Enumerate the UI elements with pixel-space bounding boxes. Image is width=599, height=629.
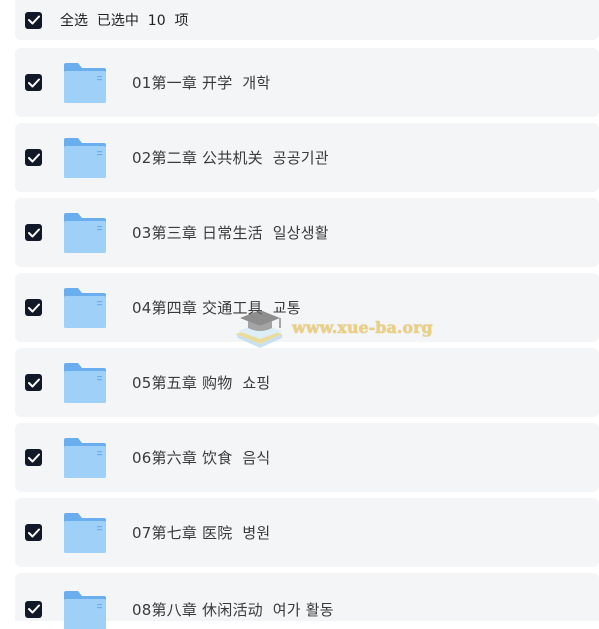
checkmark-icon bbox=[27, 228, 40, 237]
checkmark-icon bbox=[27, 453, 40, 462]
folder-icon bbox=[64, 212, 106, 253]
folder-icon bbox=[64, 362, 106, 403]
folder-icon bbox=[64, 137, 106, 178]
row-checkbox[interactable] bbox=[25, 224, 42, 241]
checkmark-icon bbox=[27, 15, 40, 25]
select-all-checkbox[interactable] bbox=[25, 11, 42, 29]
folder-icon bbox=[64, 287, 106, 328]
folder-row[interactable]: 01第一章 开学 개학 bbox=[15, 48, 599, 117]
folder-row[interactable]: 02第二章 公共机关 공공기관 bbox=[15, 123, 599, 192]
select-all-bar: 全选 已选中 10 项 bbox=[15, 0, 599, 40]
folder-row[interactable]: 08第八章 休闲活动 여가 활동 bbox=[15, 573, 599, 629]
folder-name: 05第五章 购物 쇼핑 bbox=[132, 374, 271, 392]
row-checkbox[interactable] bbox=[25, 449, 42, 466]
checkmark-icon bbox=[27, 153, 40, 162]
folder-row[interactable]: 06第六章 饮食 음식 bbox=[15, 423, 599, 492]
checkmark-icon bbox=[27, 604, 40, 614]
row-checkbox[interactable] bbox=[25, 149, 42, 166]
folder-icon bbox=[64, 62, 106, 103]
folder-row[interactable]: 05第五章 购物 쇼핑 bbox=[15, 348, 599, 417]
row-checkbox[interactable] bbox=[25, 374, 42, 391]
folder-row[interactable]: 03第三章 日常生活 일상생활 bbox=[15, 198, 599, 267]
selection-status-label: 全选 已选中 10 项 bbox=[60, 13, 189, 29]
folder-row[interactable]: 07第七章 医院 병원 bbox=[15, 498, 599, 567]
folder-icon bbox=[64, 591, 106, 629]
folder-name: 07第七章 医院 병원 bbox=[132, 524, 271, 542]
folder-name: 03第三章 日常生活 일상생활 bbox=[132, 224, 329, 242]
folder-name: 02第二章 公共机关 공공기관 bbox=[132, 149, 329, 167]
row-checkbox[interactable] bbox=[25, 74, 42, 91]
checkmark-icon bbox=[27, 528, 40, 537]
row-checkbox[interactable] bbox=[25, 299, 42, 316]
folder-icon bbox=[64, 437, 106, 478]
folder-name: 06第六章 饮食 음식 bbox=[132, 449, 271, 467]
folder-name: 01第一章 开学 개학 bbox=[132, 74, 271, 92]
checkmark-icon bbox=[27, 78, 40, 87]
folder-row[interactable]: 04第四章 交通工具 교통 bbox=[15, 273, 599, 342]
row-checkbox[interactable] bbox=[25, 600, 42, 618]
checkmark-icon bbox=[27, 378, 40, 387]
folder-icon bbox=[64, 512, 106, 553]
checkmark-icon bbox=[27, 303, 40, 312]
folder-name: 08第八章 休闲活动 여가 활동 bbox=[132, 600, 334, 619]
row-checkbox[interactable] bbox=[25, 524, 42, 541]
folder-name: 04第四章 交通工具 교통 bbox=[132, 299, 301, 317]
